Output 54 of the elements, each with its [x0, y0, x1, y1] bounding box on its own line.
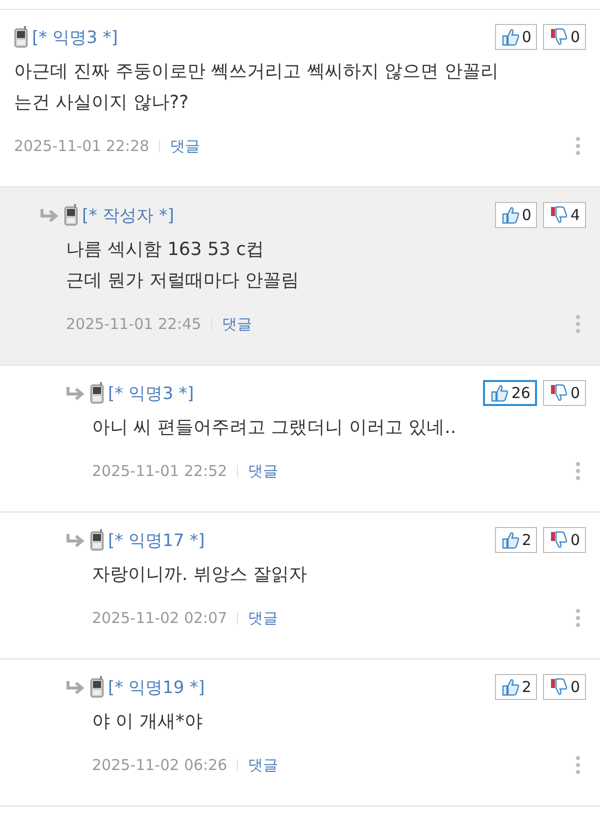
like-button[interactable]: 2 [494, 527, 538, 553]
comment-text: 야 이 개새*야 [92, 710, 204, 734]
comment-text: 자랑이니까. 뷔앙스 잘읽자 [92, 563, 308, 587]
thumbs-down-icon [550, 678, 568, 696]
comment-text: 아니 씨 편들어주려고 그랬더니 이러고 있네.. [92, 416, 458, 440]
comment-date: 2025-11-01 22:28 [14, 137, 150, 155]
phone-icon [90, 382, 104, 404]
comment-author: [* 익명3 *] [108, 382, 194, 404]
more-icon[interactable] [576, 756, 580, 774]
reply-link[interactable]: 댓글 [222, 314, 252, 334]
thumbs-up-icon [502, 678, 520, 696]
thumbs-up-icon [502, 28, 520, 46]
comment-author: [* 익명19 *] [108, 676, 205, 698]
like-button[interactable]: 2 [494, 674, 538, 700]
comment-date: 2025-11-02 02:07 [92, 609, 228, 627]
phone-icon [64, 204, 78, 226]
dislike-button[interactable]: 0 [543, 24, 586, 50]
more-icon[interactable] [576, 609, 580, 627]
comment-date: 2025-11-01 22:45 [66, 315, 202, 333]
more-icon[interactable] [576, 315, 580, 333]
comment-date: 2025-11-02 06:26 [92, 756, 228, 774]
comment-author: [* 익명3 *] [32, 26, 118, 48]
comment-date: 2025-11-01 22:52 [92, 462, 228, 480]
like-button[interactable]: 26 [483, 380, 538, 406]
reply-link[interactable]: 댓글 [248, 462, 278, 480]
reply-link[interactable]: 댓글 [248, 608, 278, 628]
dislike-button[interactable]: 0 [543, 674, 586, 700]
more-icon[interactable] [576, 137, 580, 155]
reply-arrow-icon [66, 680, 86, 694]
reply-arrow-icon [66, 386, 86, 400]
comment-text: 아근데 진짜 주둥이로만 쎅쓰거리고 쎅씨하지 않으면 안꼴리 는건 사실이지 않나?? [14, 60, 500, 115]
comment-author: [* 작성자 *] [82, 204, 174, 226]
thumbs-down-icon [550, 28, 568, 46]
reply-arrow-icon [40, 208, 60, 222]
thumbs-up-icon [502, 531, 520, 549]
thumbs-up-icon [502, 206, 520, 224]
phone-icon [90, 676, 104, 698]
phone-icon [90, 529, 104, 551]
comment-author: [* 익명17 *] [108, 530, 205, 552]
dislike-button[interactable]: 4 [543, 202, 586, 228]
thumbs-down-icon [550, 206, 568, 224]
like-button[interactable]: 0 [494, 202, 538, 228]
thumbs-up-icon [491, 384, 510, 402]
comment-text: 나름 섹시함 163 53 c컵 근데 뭔가 저럴때마다 안꼴림 [66, 238, 300, 293]
dislike-button[interactable]: 0 [543, 527, 586, 553]
reply-link[interactable]: 댓글 [170, 136, 200, 156]
thumbs-down-icon [550, 531, 568, 549]
reply-link[interactable]: 댓글 [248, 756, 278, 774]
phone-icon [14, 26, 28, 48]
more-icon[interactable] [576, 462, 580, 480]
thumbs-down-icon [550, 384, 568, 402]
reply-arrow-icon [66, 533, 86, 547]
like-button[interactable]: 0 [494, 24, 538, 50]
dislike-button[interactable]: 0 [543, 380, 586, 406]
